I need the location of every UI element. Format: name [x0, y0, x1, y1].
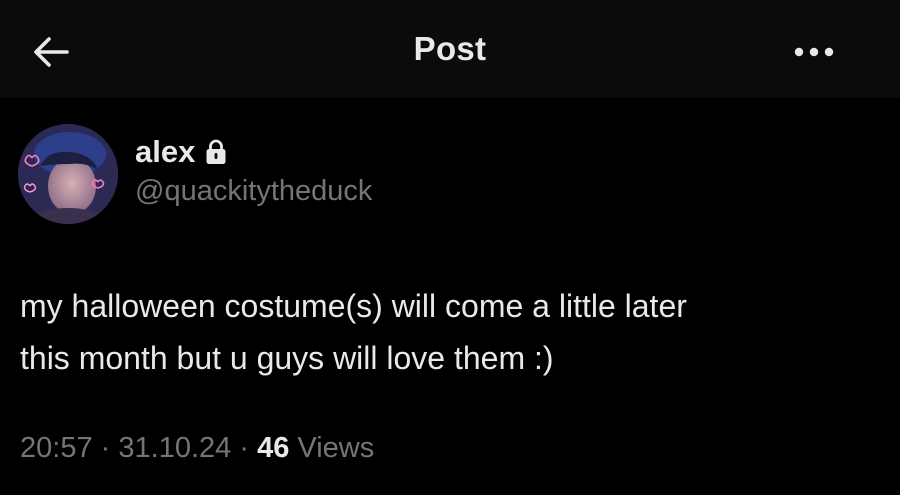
- post-text-line: my halloween costume(s) will come a litt…: [20, 288, 687, 324]
- lock-icon: [206, 139, 226, 164]
- post-date[interactable]: 31.10.24: [118, 432, 231, 464]
- more-options-button[interactable]: [784, 34, 844, 70]
- post-metadata: 20:57 · 31.10.24 · 46 Views: [20, 432, 374, 465]
- views-label: Views: [297, 432, 375, 464]
- more-horizontal-icon: [794, 47, 834, 57]
- author-handle[interactable]: @quackitytheduck: [135, 175, 372, 208]
- top-bar: Post: [0, 0, 900, 98]
- post-text: my halloween costume(s) will come a litt…: [20, 280, 880, 384]
- page-title: Post: [413, 30, 487, 67]
- back-button[interactable]: [26, 30, 76, 74]
- meta-separator: ·: [100, 432, 111, 464]
- avatar-photo: [18, 124, 118, 224]
- post-text-line: this month but u guys will love them :): [20, 340, 554, 376]
- author-name-text: alex: [135, 134, 196, 169]
- arrow-left-icon: [34, 37, 69, 67]
- views-count: 46: [257, 432, 290, 464]
- post-time[interactable]: 20:57: [20, 432, 93, 464]
- author-name[interactable]: alex: [135, 134, 227, 170]
- meta-separator: ·: [239, 432, 249, 464]
- avatar[interactable]: [18, 124, 118, 224]
